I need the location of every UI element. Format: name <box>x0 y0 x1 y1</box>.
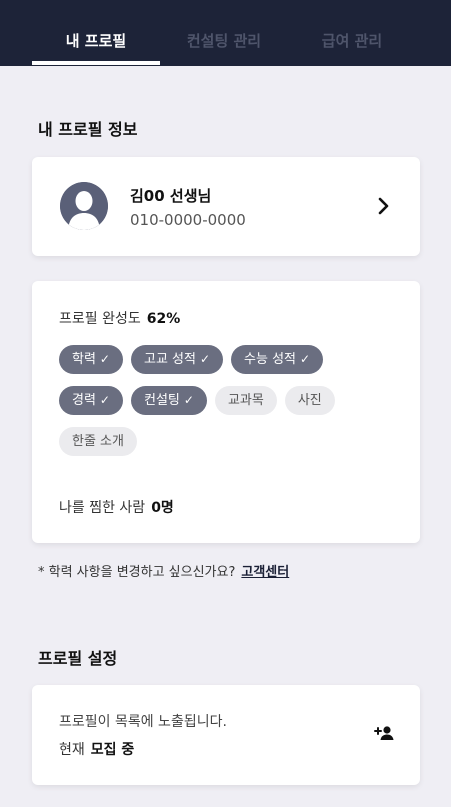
customer-center-link[interactable]: 고객센터 <box>241 565 289 580</box>
recruit-status-row: 현재 모집 중 <box>59 739 134 759</box>
chip-education[interactable]: 학력 ✓ <box>59 345 123 374</box>
chip-label: 컨설팅 <box>143 393 180 408</box>
note-text: * 학력 사항을 변경하고 싶으신가요? <box>38 565 236 580</box>
add-user-icon[interactable] <box>374 725 394 741</box>
chevron-right-icon[interactable] <box>378 197 390 215</box>
chip-one-line-intro[interactable]: 한줄 소개 <box>59 427 137 456</box>
completion-value: 62% <box>146 311 181 327</box>
chip-label: 고교 성적 <box>143 352 196 367</box>
active-tab-indicator <box>32 61 160 65</box>
check-icon: ✓ <box>300 352 311 366</box>
profile-name: 김00 선생님 <box>130 187 212 205</box>
profile-phone: 010-0000-0000 <box>130 211 246 229</box>
likes-label: 나를 찜한 사람 <box>59 500 146 516</box>
chip-career[interactable]: 경력 ✓ <box>59 386 123 415</box>
check-icon: ✓ <box>99 393 110 407</box>
status-value: 모집 중 <box>90 742 135 758</box>
check-icon: ✓ <box>199 352 211 366</box>
check-icon: ✓ <box>183 393 194 407</box>
check-icon: ✓ <box>99 352 110 366</box>
tab-salary[interactable]: 급여 관리 <box>288 30 416 51</box>
avatar <box>60 182 108 230</box>
completion-label: 프로필 완성도 <box>59 311 141 327</box>
chip-photo[interactable]: 사진 <box>284 386 335 415</box>
chip-consulting[interactable]: 컨설팅 ✓ <box>130 386 207 415</box>
profile-completion-card: 프로필 완성도 62% 학력 ✓ 고교 성적 ✓ 수능 성적 ✓ 경력 ✓ 컨설팅 ✓ 교과… <box>32 281 420 543</box>
completion-row: 프로필 완성도 62% <box>59 308 180 328</box>
profile-settings-card: 프로필이 목록에 노출됩니다. 현재 모집 중 <box>32 685 420 785</box>
chip-label: 수능 성적 <box>244 352 297 367</box>
completion-chips: 학력 ✓ 고교 성적 ✓ 수능 성적 ✓ 경력 ✓ 컨설팅 ✓ 교과목 사진 한줄 소개 <box>59 345 389 468</box>
settings-section-title: 프로필 설정 <box>38 649 118 668</box>
education-change-note: * 학력 사항을 변경하고 싶으신가요? 고객센터 <box>38 561 289 580</box>
top-nav-bar: 내 프로필 컨설팅 관리 급여 관리 <box>0 0 451 66</box>
profile-section-title: 내 프로필 정보 <box>38 120 138 139</box>
chip-csat-scores[interactable]: 수능 성적 ✓ <box>231 345 324 374</box>
chip-label: 경력 <box>72 393 96 408</box>
likes-value: 0명 <box>151 500 174 516</box>
tab-consulting[interactable]: 컨설팅 관리 <box>160 30 288 51</box>
chip-subjects[interactable]: 교과목 <box>214 386 277 415</box>
status-label: 현재 <box>59 742 85 758</box>
profile-card[interactable]: 김00 선생님 010-0000-0000 <box>32 157 420 256</box>
chip-label: 학력 <box>72 352 96 367</box>
person-icon <box>60 182 108 230</box>
settings-description: 프로필이 목록에 노출됩니다. <box>59 714 227 730</box>
tab-my-profile[interactable]: 내 프로필 <box>32 30 160 51</box>
likes-row: 나를 찜한 사람 0명 <box>59 497 174 517</box>
chip-hs-grades[interactable]: 고교 성적 ✓ <box>130 345 224 374</box>
